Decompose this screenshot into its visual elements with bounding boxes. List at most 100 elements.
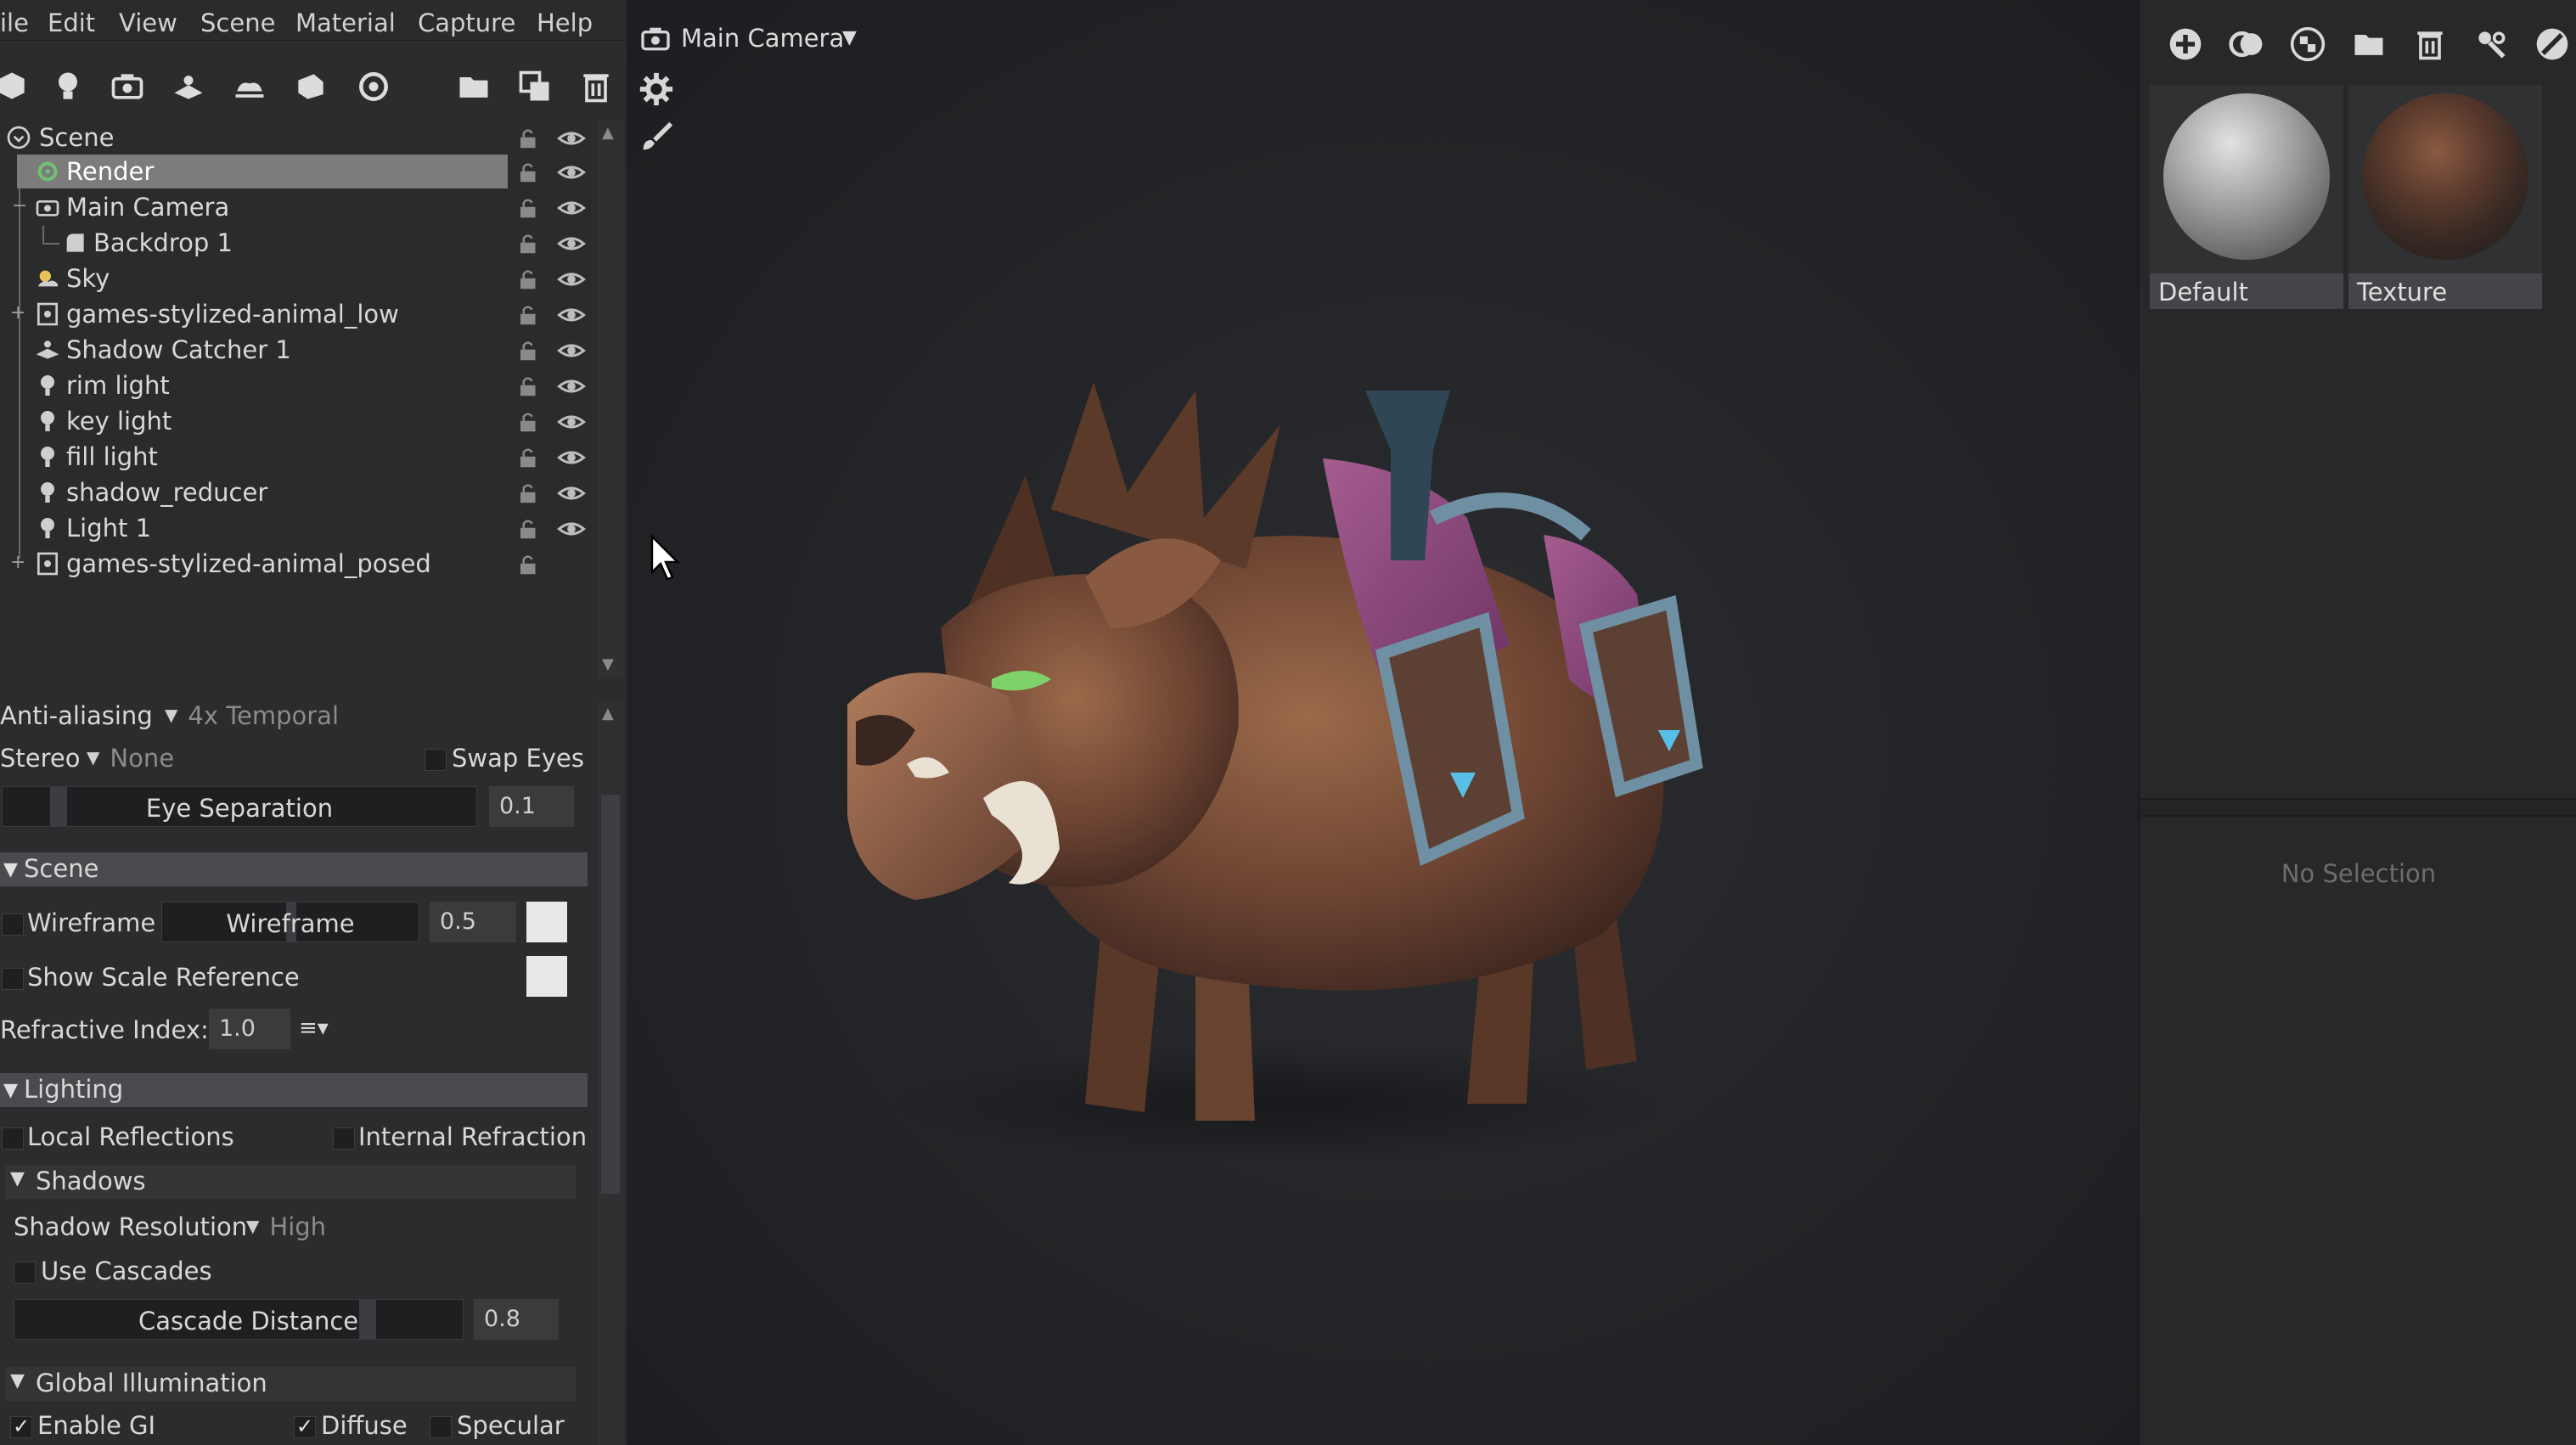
scroll-up-icon[interactable]: ▲ — [602, 124, 619, 142]
tree-row-render[interactable]: Render — [0, 155, 598, 188]
wireframe-slider[interactable]: Wireframe — [161, 902, 419, 942]
lock-icon[interactable] — [516, 231, 542, 256]
lock-icon[interactable] — [516, 409, 542, 435]
tree-row-sky[interactable]: Sky — [0, 261, 598, 295]
lock-icon[interactable] — [516, 160, 542, 185]
tree-row-key-light[interactable]: key light — [0, 404, 598, 438]
wireframe-color-swatch[interactable] — [526, 902, 567, 942]
menu-capture[interactable]: Capture — [418, 8, 515, 37]
scale-reference-checkbox[interactable] — [2, 968, 24, 990]
scroll-down-icon[interactable]: ▼ — [602, 655, 619, 673]
eye-icon[interactable] — [557, 126, 586, 151]
lock-icon[interactable] — [516, 267, 542, 292]
section-shadows[interactable]: ▼ Shadows — [5, 1165, 576, 1199]
use-cascades-checkbox[interactable] — [14, 1262, 36, 1284]
folder-icon[interactable] — [455, 68, 492, 105]
eye-icon[interactable] — [557, 267, 586, 292]
lock-icon[interactable] — [516, 445, 542, 470]
refractive-index-value[interactable]: 1.0 — [209, 1009, 290, 1049]
material-default[interactable]: Default — [2150, 85, 2343, 309]
lock-icon[interactable] — [516, 481, 542, 506]
specular-checkbox[interactable] — [430, 1416, 452, 1438]
scrollbar-thumb[interactable] — [601, 795, 620, 1194]
local-reflections-checkbox[interactable] — [2, 1127, 24, 1150]
scale-reference-color-swatch[interactable] — [526, 956, 567, 997]
duplicate-material-icon[interactable] — [2228, 25, 2265, 63]
scroll-up-icon[interactable]: ▲ — [602, 705, 614, 722]
expand-icon[interactable]: + — [10, 304, 25, 323]
section-lighting[interactable]: ▼ Lighting — [0, 1073, 588, 1107]
wireframe-value[interactable]: 0.5 — [430, 902, 516, 942]
wireframe-checkbox[interactable] — [2, 914, 24, 936]
eye-icon[interactable] — [557, 338, 586, 363]
lock-icon[interactable] — [516, 126, 542, 151]
eye-icon[interactable] — [557, 409, 586, 435]
eye-icon[interactable] — [557, 516, 586, 542]
tree-row-rim-light[interactable]: rim light — [0, 368, 598, 402]
tree-scrollbar[interactable]: ▲ ▼ — [598, 121, 623, 678]
section-scene[interactable]: ▼ Scene — [0, 852, 588, 886]
cascade-distance-value[interactable]: 0.8 — [474, 1299, 559, 1340]
eye-icon[interactable] — [557, 195, 586, 221]
paint-brush-icon[interactable] — [637, 117, 676, 156]
expand-icon[interactable]: + — [10, 554, 25, 572]
eye-icon[interactable] — [557, 481, 586, 506]
add-backdrop-icon[interactable] — [292, 68, 329, 105]
tree-row-shadow-reducer[interactable]: shadow_reducer — [0, 475, 598, 509]
stereo-dropdown[interactable]: ▼ None — [78, 744, 174, 773]
diffuse-checkbox[interactable]: ✓ — [294, 1416, 316, 1438]
lock-icon[interactable] — [516, 195, 542, 221]
tree-row-scene[interactable]: Scene — [0, 121, 598, 155]
eye-icon[interactable] — [557, 445, 586, 470]
3d-viewport[interactable]: Main Camera ▼ — [627, 0, 2138, 1445]
add-mesh-icon[interactable] — [0, 68, 31, 105]
material-texture[interactable]: Texture — [2348, 85, 2542, 309]
add-shadow-catcher-icon[interactable] — [170, 68, 207, 105]
tree-row-animal-posed[interactable]: + games-stylized-animal_posed — [0, 547, 598, 581]
lock-icon[interactable] — [516, 338, 542, 363]
add-sky-icon[interactable] — [231, 68, 268, 105]
duplicate-icon[interactable] — [516, 68, 554, 105]
collapse-icon[interactable]: − — [12, 197, 27, 216]
lock-icon[interactable] — [516, 374, 542, 399]
add-probe-icon[interactable] — [355, 68, 392, 105]
no-entry-icon[interactable] — [2534, 25, 2571, 63]
properties-scrollbar[interactable]: ▲ — [598, 701, 623, 1445]
tree-row-backdrop[interactable]: Backdrop 1 — [0, 226, 598, 260]
eye-icon[interactable] — [557, 302, 586, 328]
add-material-icon[interactable] — [2167, 25, 2204, 63]
panel-divider[interactable] — [2140, 798, 2576, 817]
tree-row-animal-low[interactable]: + games-stylized-animal_low — [0, 297, 598, 331]
menu-material[interactable]: Material — [295, 8, 396, 37]
menu-view[interactable]: View — [119, 8, 177, 37]
eye-separation-value[interactable]: 0.1 — [489, 786, 574, 827]
enable-gi-checkbox[interactable]: ✓ — [10, 1416, 32, 1438]
antialias-dropdown[interactable]: ▼ 4x Temporal — [156, 701, 339, 730]
lock-icon[interactable] — [516, 516, 542, 542]
eye-icon[interactable] — [557, 231, 586, 256]
list-menu-icon[interactable]: ≡▾ — [299, 1015, 329, 1041]
menu-file[interactable]: ile — [0, 8, 29, 37]
tree-row-main-camera[interactable]: − Main Camera — [0, 190, 598, 224]
add-camera-icon[interactable] — [109, 68, 146, 105]
internal-refraction-checkbox[interactable] — [333, 1127, 355, 1150]
eye-icon[interactable] — [557, 160, 586, 185]
gear-icon[interactable] — [637, 70, 676, 109]
delete-icon[interactable] — [577, 68, 615, 105]
tree-row-light-1[interactable]: Light 1 — [0, 511, 598, 545]
tree-row-shadow-catcher[interactable]: Shadow Catcher 1 — [0, 333, 598, 367]
section-global-illumination[interactable]: ▼ Global Illumination — [5, 1367, 576, 1401]
delete-icon[interactable] — [2411, 25, 2449, 63]
lock-icon[interactable] — [516, 302, 542, 328]
pick-material-icon[interactable] — [2472, 25, 2510, 63]
menu-help[interactable]: Help — [537, 8, 593, 37]
add-light-icon[interactable] — [49, 68, 87, 105]
menu-scene[interactable]: Scene — [200, 8, 275, 37]
swap-eyes-checkbox[interactable] — [425, 749, 447, 771]
tree-row-fill-light[interactable]: fill light — [0, 440, 598, 474]
checker-icon[interactable] — [2289, 25, 2326, 63]
lock-icon[interactable] — [516, 552, 542, 577]
eye-icon[interactable] — [557, 374, 586, 399]
menu-edit[interactable]: Edit — [48, 8, 95, 37]
shadow-resolution-dropdown[interactable]: ▼ High — [238, 1212, 326, 1241]
